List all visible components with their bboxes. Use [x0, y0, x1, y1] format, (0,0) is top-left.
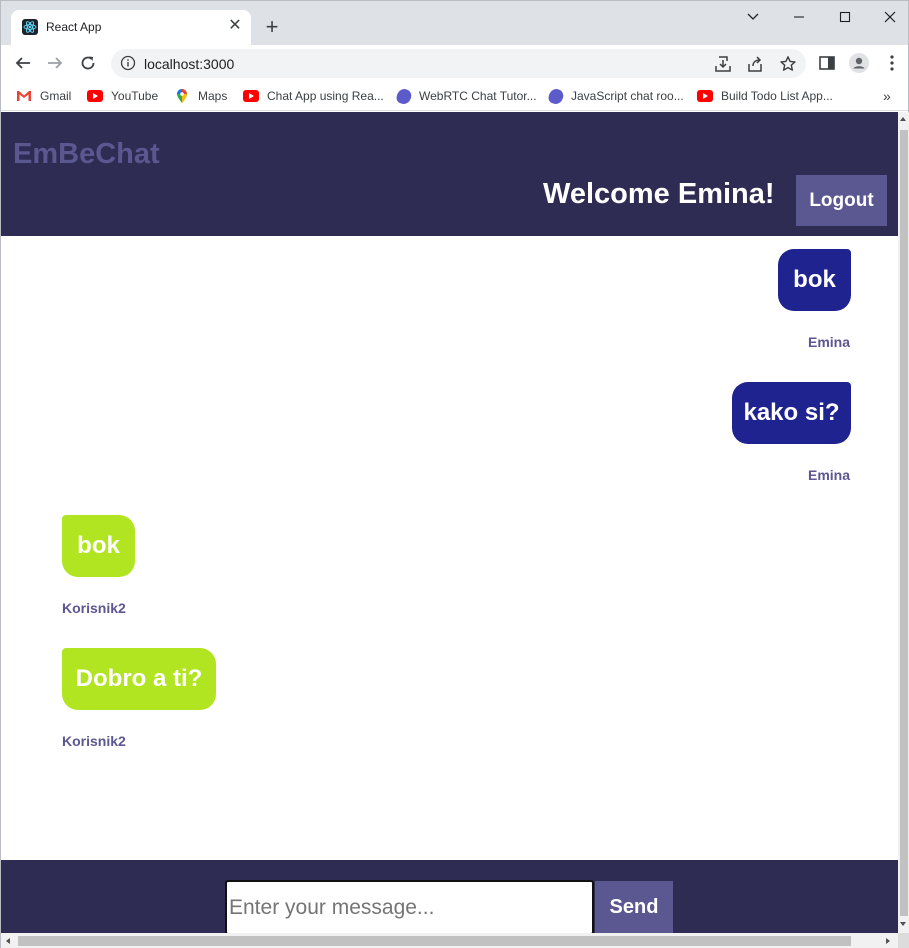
bookmark-label: Gmail: [40, 89, 72, 103]
message-bubble-other: Dobro a ti?: [62, 648, 216, 710]
tab-search-icon[interactable]: [730, 5, 776, 31]
message-author: Korisnik2: [62, 600, 126, 616]
bookmark-label: Maps: [198, 89, 228, 103]
tab-react-app[interactable]: React App ✕: [11, 10, 251, 45]
site-info-icon[interactable]: [120, 55, 136, 71]
horizontal-scrollbar[interactable]: [1, 933, 898, 948]
send-button[interactable]: Send: [595, 881, 673, 933]
maximize-icon[interactable]: [822, 5, 868, 31]
maps-pin-icon: [177, 89, 187, 103]
bookmark-todo[interactable]: Build Todo List App...: [697, 87, 833, 105]
horizontal-scroll-thumb[interactable]: [18, 936, 851, 946]
back-icon[interactable]: [10, 50, 36, 76]
close-window-icon[interactable]: [867, 5, 909, 31]
browser-window: React App ✕ + localhost:3000 Gmail YouTu…: [0, 0, 909, 948]
bookmark-label: Chat App using Rea...: [267, 89, 384, 103]
message-bubble-other: bok: [62, 515, 135, 577]
message-composer: Send: [1, 860, 898, 933]
scroll-right-icon[interactable]: [886, 938, 890, 944]
browser-toolbar: localhost:3000: [1, 45, 908, 81]
new-tab-button[interactable]: +: [260, 15, 284, 39]
scroll-left-icon[interactable]: [6, 938, 10, 944]
profile-avatar-icon[interactable]: [849, 53, 869, 73]
youtube-icon: [87, 90, 103, 102]
bookmark-label: Build Todo List App...: [721, 89, 833, 103]
side-panel-icon[interactable]: [817, 53, 837, 73]
tab-strip: React App ✕ +: [1, 1, 908, 45]
forward-icon[interactable]: [42, 50, 68, 76]
url-text: localhost:3000: [144, 56, 235, 72]
bookmark-label: WebRTC Chat Tutor...: [419, 89, 537, 103]
vertical-scrollbar[interactable]: [898, 112, 909, 933]
message-input[interactable]: [225, 880, 594, 933]
message-author: Emina: [808, 334, 851, 350]
bookmark-maps[interactable]: Maps: [174, 87, 227, 105]
orb-icon: [546, 86, 566, 106]
tab-title: React App: [46, 20, 102, 34]
youtube-icon: [243, 90, 259, 102]
bookmark-star-icon[interactable]: [779, 55, 797, 73]
menu-kebab-icon[interactable]: [882, 53, 902, 73]
reload-icon[interactable]: [75, 50, 101, 76]
bookmarks-bar: Gmail YouTube Maps Chat App using Rea...…: [1, 81, 908, 111]
youtube-icon: [697, 90, 713, 102]
bookmark-gmail[interactable]: Gmail: [16, 87, 71, 105]
scroll-up-icon[interactable]: [900, 117, 906, 121]
bookmark-js-chat[interactable]: JavaScript chat roo...: [546, 86, 684, 106]
page-viewport: EmBeChat Welcome Emina! Logout bok Emina…: [1, 112, 898, 933]
scrollbar-corner: [898, 933, 909, 948]
bookmark-youtube[interactable]: YouTube: [87, 87, 158, 105]
bookmarks-overflow-icon[interactable]: »: [883, 88, 891, 104]
bookmark-chat-app[interactable]: Chat App using Rea...: [243, 87, 384, 105]
bookmark-webrtc[interactable]: WebRTC Chat Tutor...: [394, 86, 537, 106]
scroll-down-icon[interactable]: [900, 922, 906, 926]
message-bubble-own: kako si?: [732, 382, 851, 444]
bookmark-label: YouTube: [111, 89, 159, 103]
share-icon[interactable]: [746, 55, 764, 73]
message-bubble-own: bok: [778, 249, 851, 311]
welcome-text: Welcome Emina!: [543, 178, 775, 210]
react-icon: [22, 19, 38, 35]
vertical-scroll-thumb[interactable]: [900, 130, 908, 916]
message-author: Emina: [808, 467, 851, 483]
gmail-icon: [17, 91, 31, 101]
orb-icon: [394, 86, 414, 106]
app-brand: EmBeChat: [13, 138, 160, 170]
bookmark-label: JavaScript chat roo...: [571, 89, 684, 103]
install-app-icon[interactable]: [714, 55, 732, 73]
address-bar[interactable]: localhost:3000: [111, 49, 806, 78]
app-header: EmBeChat Welcome Emina! Logout: [1, 112, 898, 236]
minimize-icon[interactable]: [776, 5, 822, 31]
close-tab-icon[interactable]: ✕: [225, 16, 245, 36]
message-author: Korisnik2: [62, 733, 126, 749]
logout-button[interactable]: Logout: [796, 175, 887, 226]
